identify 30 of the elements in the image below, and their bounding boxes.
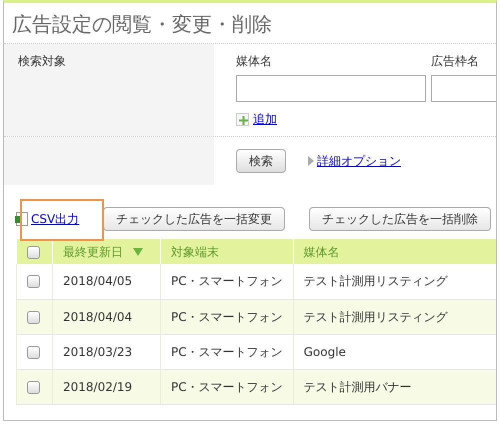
text-input-field[interactable] bbox=[236, 75, 426, 102]
table-cell: 2018/02/19 bbox=[63, 380, 132, 394]
table-cell: 2018/04/04 bbox=[63, 310, 132, 324]
table-cell: PC・スマートフォン bbox=[171, 310, 283, 324]
field-label: 媒体名 bbox=[236, 53, 273, 70]
row-checkbox[interactable] bbox=[27, 310, 40, 324]
search-button[interactable]: 検索 bbox=[236, 149, 286, 173]
table-cell: テスト計測用リスティング bbox=[304, 274, 448, 288]
bulk-action-button[interactable]: チェックした広告を一括削除 bbox=[309, 207, 492, 231]
table-cell: テスト計測用バナー bbox=[304, 380, 412, 394]
row-checkbox[interactable] bbox=[27, 346, 40, 359]
bulk-action-button[interactable]: チェックした広告を一括変更 bbox=[103, 207, 286, 231]
table-cell: PC・スマートフォン bbox=[171, 380, 283, 394]
row-checkbox[interactable] bbox=[27, 380, 40, 394]
table-cell: 2018/04/05 bbox=[63, 274, 132, 288]
table-cell: テスト計測用リスティング bbox=[304, 310, 448, 324]
row-checkbox[interactable] bbox=[27, 275, 40, 288]
add-link[interactable]: 追加 bbox=[253, 112, 277, 126]
sort-down-icon[interactable] bbox=[133, 248, 143, 256]
table-cell: PC・スマートフォン bbox=[171, 274, 283, 288]
plus-icon bbox=[236, 113, 249, 126]
triangle-icon bbox=[308, 156, 314, 166]
field-label: 広告枠名 bbox=[431, 53, 480, 70]
table-cell: PC・スマートフォン bbox=[171, 344, 283, 358]
select-all-checkbox[interactable] bbox=[27, 246, 40, 259]
csv-export-link[interactable]: CSV出力 bbox=[31, 210, 80, 228]
table-cell: 2018/03/23 bbox=[63, 344, 132, 358]
search-target-label: 検索対象 bbox=[18, 54, 66, 68]
detail-options-link[interactable]: 詳細オプション bbox=[317, 152, 401, 170]
table-cell: Google bbox=[304, 344, 346, 358]
